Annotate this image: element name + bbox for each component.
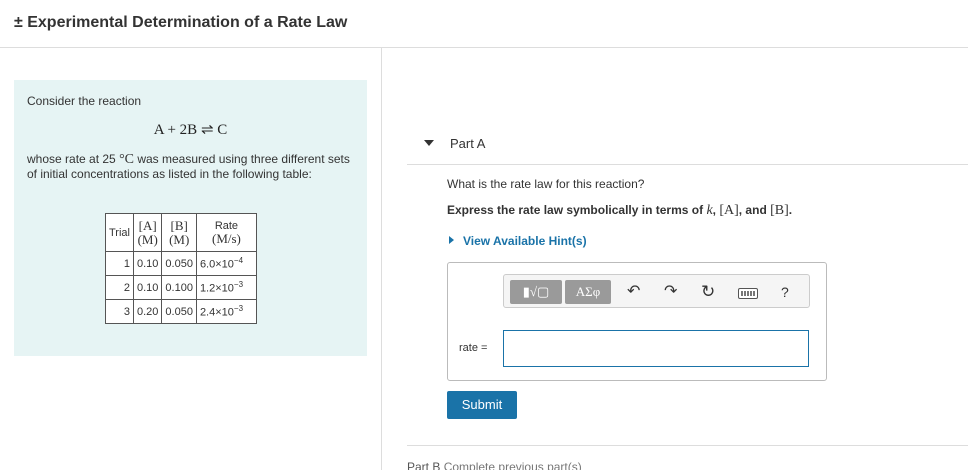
templates-button[interactable]: ▮√▢ (510, 280, 562, 304)
problem-panel: Consider the reaction A + 2B ⇌ C whose r… (14, 80, 367, 356)
header-a-label: [A] (138, 217, 157, 233)
part-a-question: What is the rate law for this reaction? (447, 177, 645, 191)
header-rate-label: Rate (214, 219, 239, 232)
header-a: [A] (M) (132, 213, 163, 252)
header-rate-unit: (M/s) (211, 230, 241, 246)
math-toolbar: ▮√▢ ΑΣφ ↶ ↷ ↻ ? (503, 274, 810, 308)
rate-base: 6.0×10 (199, 258, 234, 271)
submit-button[interactable]: Submit (447, 391, 517, 419)
part-b-label: Part B (407, 460, 441, 470)
rate-exponent: −3 (233, 280, 244, 290)
table-row: 3 0.20 0.050 2.4×10−3 (105, 299, 257, 324)
undo-icon[interactable]: ↶ (627, 283, 640, 301)
collapse-triangle-icon[interactable] (424, 140, 434, 146)
keyboard-icon[interactable] (738, 288, 758, 299)
part-a-divider (407, 164, 968, 165)
rate-base: 1.2×10 (199, 282, 234, 295)
hint-expand-icon[interactable] (449, 236, 454, 244)
page-title: ± Experimental Determination of a Rate L… (14, 14, 348, 31)
rate-exponent: −3 (233, 304, 244, 314)
instr-sep-2: , and (738, 203, 771, 217)
table-row: 2 0.10 0.100 1.2×10−3 (105, 275, 257, 300)
cell-a: 0.10 (132, 275, 163, 300)
cell-b: 0.050 (161, 251, 197, 276)
answer-panel: ▮√▢ ΑΣφ ↶ ↷ ↻ ? rate = (447, 262, 827, 381)
rate-exponent: −4 (233, 256, 244, 266)
help-button[interactable]: ? (781, 283, 789, 301)
instr-prefix: Express the rate law symbolically in ter… (447, 203, 707, 217)
reset-icon[interactable]: ↻ (701, 283, 715, 301)
greek-symbols-button[interactable]: ΑΣφ (565, 280, 611, 304)
part-a-instructions: Express the rate law symbolically in ter… (447, 203, 792, 219)
instr-end: . (788, 203, 793, 217)
rate-answer-input[interactable] (503, 330, 809, 367)
part-a-heading[interactable]: Part A (450, 136, 485, 151)
header-b-unit: (M) (169, 231, 190, 247)
table-header-row: Trial [A] (M) [B] (M) Rate (M/s) (105, 213, 257, 252)
header-trial: Trial (105, 213, 134, 252)
rate-base: 2.4×10 (199, 306, 234, 319)
header-b-label: [B] (170, 217, 188, 233)
concentration-table: Trial [A] (M) [B] (M) Rate (M/s) 1 0.10 (105, 213, 257, 324)
cell-trial: 3 (105, 299, 134, 324)
header-a-unit: (M) (137, 231, 158, 247)
problem-description: whose rate at 25 °C was measured using t… (27, 152, 362, 182)
column-divider (381, 48, 382, 470)
part-b-heading[interactable]: Part B Complete previous part(s) (407, 460, 582, 470)
redo-icon[interactable]: ↷ (664, 283, 677, 301)
part-b-divider (407, 445, 968, 446)
title-divider (0, 47, 968, 48)
cell-trial: 1 (105, 251, 134, 276)
cell-b: 0.100 (161, 275, 197, 300)
rate-label: rate = (459, 342, 488, 354)
cell-b: 0.050 (161, 299, 197, 324)
cell-trial: 2 (105, 275, 134, 300)
table-row: 1 0.10 0.050 6.0×10−4 (105, 251, 257, 276)
cell-rate: 6.0×10−4 (195, 251, 257, 276)
cell-a: 0.10 (132, 251, 163, 276)
header-trial-label: Trial (109, 226, 130, 239)
cell-rate: 1.2×10−3 (195, 275, 257, 300)
cell-rate: 2.4×10−3 (195, 299, 257, 324)
reaction-equation: A + 2B ⇌ C (153, 122, 228, 138)
part-b-status: Complete previous part(s) (443, 460, 582, 470)
header-b: [B] (M) (161, 213, 197, 252)
temperature-unit: °C (119, 152, 134, 167)
instr-a: [A] (719, 203, 739, 218)
instr-b: [B] (770, 203, 789, 218)
problem-intro: Consider the reaction (27, 94, 142, 108)
desc-text-1: whose rate at 25 (27, 152, 120, 166)
cell-a: 0.20 (132, 299, 163, 324)
view-hints-link[interactable]: View Available Hint(s) (463, 234, 587, 248)
header-rate: Rate (M/s) (195, 213, 257, 252)
